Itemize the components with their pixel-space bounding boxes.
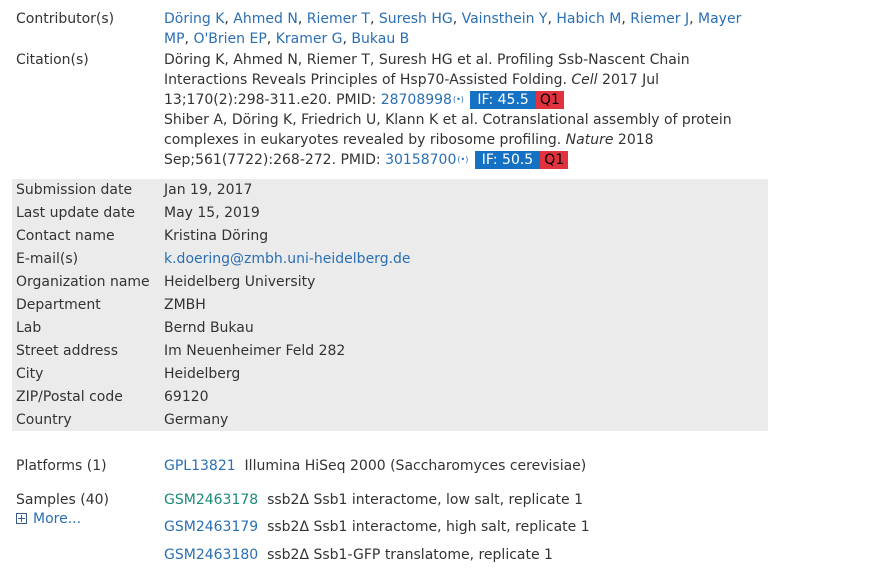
platform-link[interactable]: GPL13821 bbox=[164, 458, 236, 474]
sample-item: GSM2463179 ssb2Δ Ssb1 interactome, high … bbox=[164, 517, 764, 537]
country-row: Country Germany bbox=[0, 409, 769, 432]
quartile-badge: Q1 bbox=[535, 91, 564, 109]
citation-journal: Nature bbox=[565, 132, 614, 148]
field-label: Lab bbox=[16, 320, 42, 336]
field-label: Submission date bbox=[16, 182, 133, 198]
samples-row: Samples (40) More... GSM2463178 ssb2Δ Ss… bbox=[0, 490, 769, 570]
samples-label: Samples (40) bbox=[16, 492, 109, 508]
city-row: City Heidelberg bbox=[0, 363, 769, 386]
sample-desc: ssb2Δ Ssb1-GFP translatome, replicate 1 bbox=[267, 547, 553, 563]
organization-row: Organization name Heidelberg University bbox=[0, 271, 769, 294]
email-row: E-mail(s) k.doering@zmbh.uni-heidelberg.… bbox=[0, 248, 769, 271]
street-row: Street address Im Neuenheimer Feld 282 bbox=[0, 340, 769, 363]
citation-item: Döring K, Ahmed N, Riemer T, Suresh HG e… bbox=[164, 50, 764, 110]
citations-label: Citation(s) bbox=[16, 52, 89, 68]
samples-more-toggle[interactable]: More... bbox=[16, 509, 81, 529]
field-label: ZIP/Postal code bbox=[16, 389, 123, 405]
citations-row: Citation(s) Döring K, Ahmed N, Riemer T,… bbox=[0, 50, 769, 170]
field-value: Heidelberg University bbox=[164, 274, 316, 290]
field-label: Country bbox=[16, 412, 72, 428]
field-value: Jan 19, 2017 bbox=[164, 182, 253, 198]
altmetric-icon[interactable]: (•) bbox=[457, 155, 468, 164]
contributor-link[interactable]: Bukau B bbox=[351, 31, 409, 47]
contributor-link[interactable]: Döring K bbox=[164, 11, 224, 27]
contributor-link[interactable]: Vainsthein Y bbox=[462, 11, 548, 27]
impact-factor-badge: IF: 50.5 bbox=[474, 151, 541, 169]
contributor-link[interactable]: O'Brien EP bbox=[193, 31, 266, 47]
platform-item: GPL13821 Illumina HiSeq 2000 (Saccharomy… bbox=[164, 456, 764, 476]
contributors-list: Döring K, Ahmed N, Riemer T, Suresh HG, … bbox=[164, 11, 742, 47]
zip-row: ZIP/Postal code 69120 bbox=[0, 386, 769, 409]
contributor-link[interactable]: Kramer G bbox=[276, 31, 343, 47]
submission-date-row: Submission date Jan 19, 2017 bbox=[0, 179, 769, 202]
expand-plus-icon[interactable] bbox=[16, 512, 27, 524]
field-label: Contact name bbox=[16, 228, 115, 244]
quartile-badge: Q1 bbox=[540, 151, 569, 169]
platform-desc: Illumina HiSeq 2000 (Saccharomyces cerev… bbox=[244, 458, 587, 474]
lab-row: Lab Bernd Bukau bbox=[0, 317, 769, 340]
field-value: Kristina Döring bbox=[164, 228, 269, 244]
sample-desc: ssb2Δ Ssb1 interactome, low salt, replic… bbox=[267, 492, 583, 508]
sample-item: GSM2463178 ssb2Δ Ssb1 interactome, low s… bbox=[164, 490, 764, 510]
field-label: City bbox=[16, 366, 44, 382]
sample-link[interactable]: GSM2463178 bbox=[164, 492, 258, 508]
contributors-row: Contributor(s) Döring K, Ahmed N, Riemer… bbox=[0, 9, 769, 49]
sample-desc: ssb2Δ Ssb1 interactome, high salt, repli… bbox=[267, 519, 590, 535]
field-value: Im Neuenheimer Feld 282 bbox=[164, 343, 346, 359]
field-value: May 15, 2019 bbox=[164, 205, 260, 221]
field-value: 69120 bbox=[164, 389, 209, 405]
sample-item: GSM2463180 ssb2Δ Ssb1-GFP translatome, r… bbox=[164, 545, 764, 565]
field-value: Heidelberg bbox=[164, 366, 241, 382]
email-link[interactable]: k.doering@zmbh.uni-heidelberg.de bbox=[164, 248, 764, 271]
contributor-link[interactable]: Riemer T bbox=[307, 11, 370, 27]
field-label: Street address bbox=[16, 343, 118, 359]
pmid-link[interactable]: 28708998 bbox=[381, 92, 452, 108]
contributor-link[interactable]: Habich M bbox=[556, 11, 621, 27]
field-label: Organization name bbox=[16, 274, 150, 290]
sample-link[interactable]: GSM2463179 bbox=[164, 519, 258, 535]
contributor-link[interactable]: Riemer J bbox=[630, 11, 689, 27]
department-row: Department ZMBH bbox=[0, 294, 769, 317]
last-update-row: Last update date May 15, 2019 bbox=[0, 202, 769, 225]
more-link[interactable]: More... bbox=[33, 511, 81, 527]
citation-item: Shiber A, Döring K, Friedrich U, Klann K… bbox=[164, 110, 764, 170]
field-label: Last update date bbox=[16, 205, 135, 221]
field-value: Bernd Bukau bbox=[164, 320, 254, 336]
field-value: ZMBH bbox=[164, 297, 206, 313]
field-label: E-mail(s) bbox=[16, 251, 79, 267]
platforms-label: Platforms (1) bbox=[16, 458, 107, 474]
altmetric-icon[interactable]: (•) bbox=[453, 95, 464, 104]
contributor-link[interactable]: Suresh HG bbox=[379, 11, 453, 27]
citation-journal: Cell bbox=[571, 72, 598, 88]
platforms-row: Platforms (1) GPL13821 Illumina HiSeq 20… bbox=[0, 456, 769, 478]
contributor-link[interactable]: Ahmed N bbox=[233, 11, 298, 27]
pmid-link[interactable]: 30158700 bbox=[385, 152, 456, 168]
sample-link[interactable]: GSM2463180 bbox=[164, 547, 258, 563]
field-value: Germany bbox=[164, 412, 229, 428]
contact-name-row: Contact name Kristina Döring bbox=[0, 225, 769, 248]
contributors-label: Contributor(s) bbox=[16, 11, 115, 27]
field-label: Department bbox=[16, 297, 101, 313]
impact-factor-badge: IF: 45.5 bbox=[470, 91, 536, 109]
